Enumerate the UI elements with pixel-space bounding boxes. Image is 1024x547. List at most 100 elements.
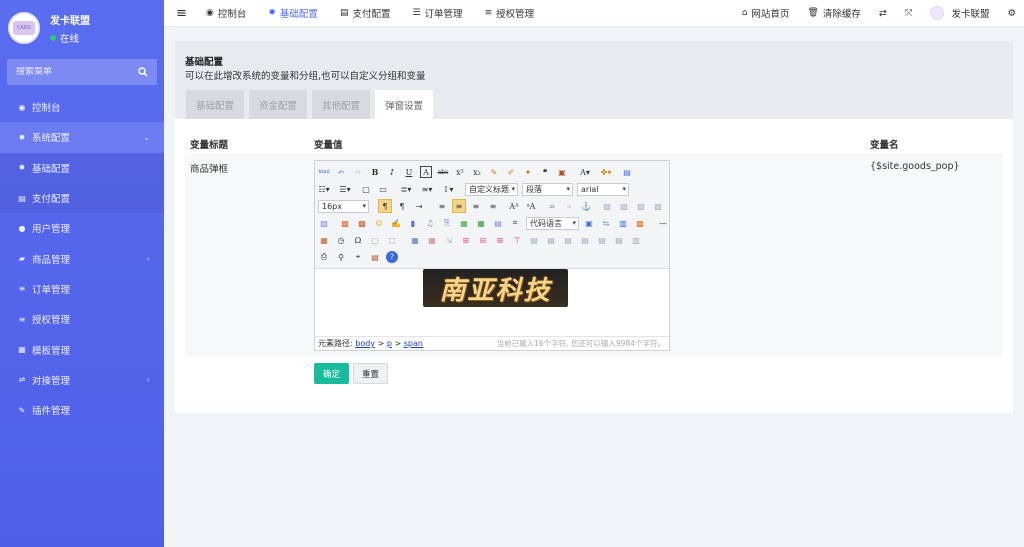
path-p-link[interactable]: p: [387, 339, 392, 348]
font-size-select[interactable]: 16px: [318, 199, 369, 213]
drafts-icon[interactable]: ▤: [369, 251, 381, 263]
reset-button[interactable]: 重置: [353, 363, 388, 384]
align-right-icon[interactable]: ≡: [470, 200, 482, 212]
indent-icon[interactable]: ⇥: [413, 200, 425, 212]
row-spacing-top-icon[interactable]: ≣▾: [400, 183, 412, 195]
image-left-icon[interactable]: ▧: [601, 200, 613, 212]
split-rows-icon[interactable]: ▤: [596, 234, 608, 246]
uppercase-icon[interactable]: Aᴬ: [508, 200, 520, 212]
translate-icon[interactable]: ⇄: [879, 0, 887, 27]
image-right-icon[interactable]: ▧: [635, 200, 647, 212]
tab-orders[interactable]: ☰ 订单管理: [412, 0, 462, 27]
sidebar-item-plugins[interactable]: ✎ 插件管理: [0, 395, 164, 425]
paste-plain-icon[interactable]: ▣: [556, 166, 568, 178]
delete-col-icon[interactable]: ⊤: [511, 234, 523, 246]
link-icon[interactable]: ∞: [546, 200, 558, 212]
line-height-icon[interactable]: ↕▾: [442, 183, 454, 195]
unordered-list-icon[interactable]: ☰▾: [339, 183, 351, 195]
undo-icon[interactable]: ↶: [335, 166, 347, 178]
unlink-icon[interactable]: ∝: [563, 200, 575, 212]
user-menu[interactable]: 发卡联盟: [930, 0, 989, 27]
snapscreen-icon[interactable]: ▢: [369, 234, 381, 246]
merge-down-icon[interactable]: ▤: [562, 234, 574, 246]
sidebar-item-products[interactable]: ▰ 商品管理 ‹: [0, 243, 164, 273]
horizontal-rule-icon[interactable]: —: [657, 217, 669, 229]
image-center-icon[interactable]: ▧: [652, 200, 664, 212]
anchor-icon[interactable]: ⚓: [580, 200, 592, 212]
hamburger-icon[interactable]: ≡: [176, 0, 187, 27]
sidebar-item-basic-config[interactable]: ✹ 基础配置: [0, 152, 164, 183]
background-color-icon[interactable]: ✤▾: [600, 166, 612, 178]
sidebar-item-payment-config[interactable]: ▤ 支付配置: [0, 182, 164, 214]
split-cells-icon[interactable]: ▤: [579, 234, 591, 246]
music-icon[interactable]: ♫: [424, 217, 436, 229]
delete-row-icon[interactable]: ⊟: [477, 234, 489, 246]
sidebar-item-system-config[interactable]: ✹ 系统配置 ⌄: [0, 122, 164, 153]
frame-icon[interactable]: ▤: [492, 217, 504, 229]
sidebar-item-users[interactable]: ● 用户管理: [0, 213, 164, 243]
sidebar-item-templates[interactable]: ▦ 模板管理: [0, 334, 164, 364]
sidebar-item-orders[interactable]: ≡ 订单管理: [0, 274, 164, 304]
lowercase-icon[interactable]: ᵃA: [525, 200, 537, 212]
template-icon[interactable]: ▣: [583, 217, 595, 229]
insert-image-icon[interactable]: ▩: [356, 217, 368, 229]
print-icon[interactable]: ⎙: [318, 251, 330, 263]
special-char-icon[interactable]: Ω: [352, 234, 364, 246]
underline-icon[interactable]: U: [403, 166, 415, 178]
tab-popup[interactable]: 弹窗设置: [375, 90, 433, 119]
gmap-icon[interactable]: ▦: [475, 217, 487, 229]
align-justify-icon[interactable]: ≡: [487, 200, 499, 212]
merge-right-icon[interactable]: ▤: [545, 234, 557, 246]
auto-format-icon[interactable]: ✦: [522, 166, 534, 178]
image-none-icon[interactable]: ▧: [618, 200, 630, 212]
avatar[interactable]: CARD: [8, 12, 40, 44]
sidebar-item-integrations[interactable]: ⇌ 对接管理 ‹: [0, 365, 164, 395]
insert-col-icon[interactable]: ⊞: [494, 234, 506, 246]
search-replace-icon[interactable]: ⌖: [352, 251, 364, 263]
menu-search-input[interactable]: [16, 67, 126, 77]
settings-icon[interactable]: ⚙: [1007, 0, 1016, 27]
tab-dashboard[interactable]: ◉ 控制台: [206, 0, 246, 27]
sidebar-item-licenses[interactable]: ≡ 授权管理: [0, 304, 164, 334]
editor-content[interactable]: 南亚科技: [315, 269, 669, 336]
tab-basic-config[interactable]: ✹ 基础配置: [268, 0, 318, 27]
select-all-icon[interactable]: ▢: [360, 183, 372, 195]
map-icon[interactable]: ▦: [458, 217, 470, 229]
heading-select[interactable]: 自定义标题: [465, 182, 518, 196]
site-home-link[interactable]: ⌂ 网站首页: [742, 0, 790, 27]
superscript-icon[interactable]: x²: [454, 166, 466, 178]
search-icon[interactable]: [138, 67, 148, 77]
preview-icon[interactable]: ▤: [621, 166, 633, 178]
background-icon[interactable]: ⇆: [600, 217, 612, 229]
help-icon[interactable]: ?: [386, 251, 398, 263]
bold-icon[interactable]: B: [369, 166, 381, 178]
insert-para-icon[interactable]: ⇲: [443, 234, 455, 246]
wordimage-icon[interactable]: ▥: [617, 217, 629, 229]
insert-row-icon[interactable]: ⊞: [460, 234, 472, 246]
wordcount-icon[interactable]: ▢: [386, 234, 398, 246]
tab-basic[interactable]: 基础配置: [186, 90, 244, 119]
split-cols-icon[interactable]: ▤: [613, 234, 625, 246]
paragraph-select[interactable]: 段落: [522, 182, 573, 196]
emoji-icon[interactable]: ☺: [373, 217, 385, 229]
align-center-icon[interactable]: ≡: [452, 199, 466, 213]
scrawl-icon[interactable]: ✍: [390, 217, 402, 229]
font-border-icon[interactable]: A: [420, 166, 432, 178]
strikethrough-icon[interactable]: abc: [437, 166, 449, 178]
clear-format-icon[interactable]: ✐: [505, 166, 517, 178]
code-icon[interactable]: ⌗: [509, 217, 521, 229]
zoom-preview-icon[interactable]: ⚲: [335, 251, 347, 263]
chart-icon[interactable]: ▥: [630, 234, 642, 246]
fullscreen-icon[interactable]: ⤧: [905, 0, 913, 27]
align-left-icon[interactable]: ≡: [436, 200, 448, 212]
insert-frame-icon[interactable]: ▩: [634, 217, 646, 229]
date-icon[interactable]: ▦: [318, 234, 330, 246]
merge-cells-icon[interactable]: ▤: [528, 234, 540, 246]
subscript-icon[interactable]: x₂: [471, 166, 483, 178]
time-icon[interactable]: ◷: [335, 234, 347, 246]
html-source-icon[interactable]: html: [318, 166, 330, 178]
ordered-list-icon[interactable]: ☷▾: [318, 183, 330, 195]
video-icon[interactable]: ▮: [407, 217, 419, 229]
format-brush-icon[interactable]: ✎: [488, 166, 500, 178]
path-body-link[interactable]: body: [355, 339, 375, 348]
